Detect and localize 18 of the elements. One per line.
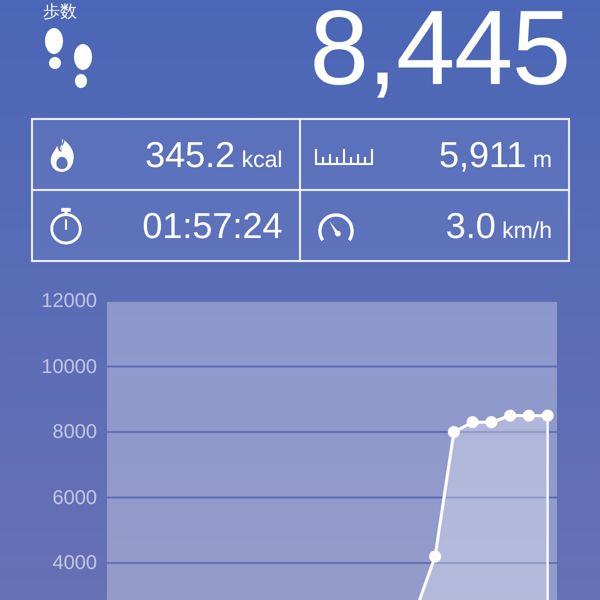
data-point [522,410,535,422]
y-axis-label: 12000 [41,289,97,313]
data-point [542,410,554,422]
stat-value: 5,911 m [439,134,552,176]
stat-value: 01:57:24 [142,204,282,246]
data-point [504,410,516,422]
stat-value: 345.2 kcal [145,134,282,176]
data-point [466,416,479,428]
y-axis-label: 4000 [52,551,97,575]
data-point [448,426,460,438]
data-point [485,416,498,428]
y-axis-label: 6000 [52,486,97,510]
step-count: 8,445 [310,0,570,109]
y-axis-label: 8000 [52,420,97,444]
stat-value: 3.0 km/h [446,204,552,246]
y-axis-label: 10000 [41,354,97,378]
data-point [429,550,442,562]
steps-label: 歩数 [43,1,77,23]
